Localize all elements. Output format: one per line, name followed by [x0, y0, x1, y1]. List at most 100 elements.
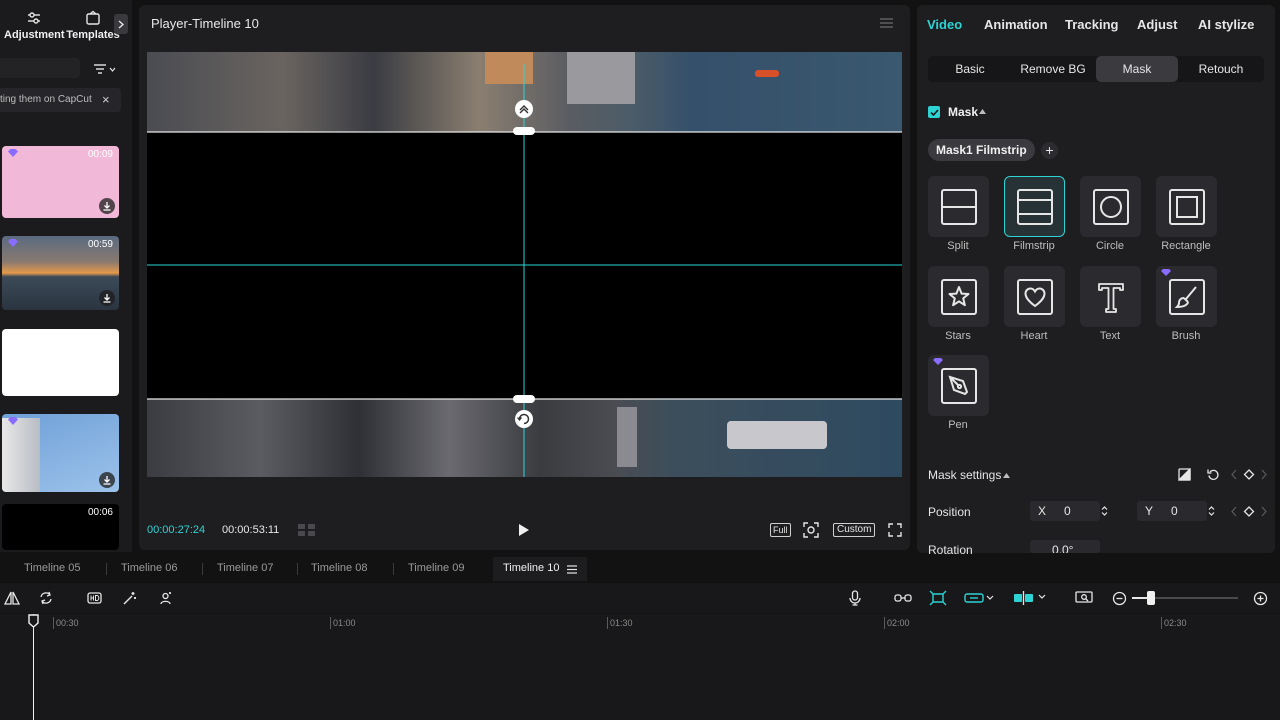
- tab-timeline-08[interactable]: Timeline 08: [311, 562, 367, 574]
- playhead-handle[interactable]: [28, 614, 39, 628]
- mask-pen[interactable]: [928, 355, 989, 416]
- fullscreen-icon[interactable]: [888, 523, 902, 537]
- zoom-fit-icon[interactable]: [1075, 589, 1093, 607]
- aspect-ratio-button[interactable]: Custom: [833, 523, 876, 537]
- mask-stars[interactable]: [928, 266, 989, 327]
- mask-filmstrip[interactable]: [1004, 176, 1065, 237]
- caret-up-icon[interactable]: [1003, 473, 1010, 478]
- preview-canvas[interactable]: [147, 52, 902, 477]
- tab-tracking[interactable]: Tracking: [1065, 17, 1118, 32]
- quality-button[interactable]: Full: [770, 523, 791, 537]
- mask-chip[interactable]: Mask1 Filmstrip: [928, 139, 1035, 161]
- total-time: 00:00:53:11: [222, 524, 280, 536]
- close-icon[interactable]: ×: [102, 93, 114, 107]
- magnet-snap-icon[interactable]: [929, 589, 947, 607]
- invert-mask-icon[interactable]: [1178, 468, 1191, 481]
- ruler-label: 00:30: [56, 618, 79, 628]
- tab-ai-stylize[interactable]: AI stylize: [1198, 17, 1254, 32]
- download-icon[interactable]: [99, 472, 115, 488]
- subtab-retouch[interactable]: Retouch: [1180, 56, 1262, 82]
- zoom-in-icon[interactable]: [1251, 589, 1269, 607]
- mask-top-edge-handle[interactable]: [513, 127, 535, 135]
- tab-divider: [297, 563, 298, 575]
- microphone-icon[interactable]: [846, 589, 864, 607]
- ruler-tick: [1161, 617, 1162, 629]
- filter-button[interactable]: [93, 60, 121, 78]
- add-mask-button[interactable]: +: [1041, 142, 1058, 159]
- rectangle-mask-icon: [1168, 188, 1205, 225]
- playhead-line: [33, 614, 34, 720]
- tab-timeline-06[interactable]: Timeline 06: [121, 562, 177, 574]
- media-item-sunset[interactable]: 00:59: [2, 236, 119, 310]
- tab-animation[interactable]: Animation: [984, 17, 1048, 32]
- rotation-label: Rotation: [928, 543, 973, 557]
- menu-icon[interactable]: [880, 17, 893, 29]
- mask-feather-handle[interactable]: [513, 98, 535, 120]
- premium-gem-icon: [8, 239, 18, 247]
- media-item-black[interactable]: 00:06: [2, 504, 119, 550]
- caret-up-icon[interactable]: [979, 109, 986, 114]
- replace-icon[interactable]: [37, 589, 55, 607]
- position-y-stepper[interactable]: [1205, 501, 1217, 521]
- rotation-field[interactable]: 0.0°: [1030, 540, 1100, 553]
- mask-brush[interactable]: [1156, 266, 1217, 327]
- preview-axis-icon[interactable]: [1013, 589, 1047, 607]
- media-item-pink[interactable]: 00:09: [2, 146, 119, 218]
- download-icon[interactable]: [99, 290, 115, 306]
- chevron-down-icon: [109, 67, 116, 72]
- mask-bottom-edge-handle[interactable]: [513, 395, 535, 403]
- subtab-basic[interactable]: Basic: [930, 56, 1010, 82]
- download-icon[interactable]: [99, 198, 115, 214]
- timeline-tab-bar: [0, 556, 1280, 582]
- position-x-stepper[interactable]: [1098, 501, 1110, 521]
- search-input[interactable]: [0, 58, 80, 78]
- tab-video[interactable]: Video: [927, 17, 962, 32]
- mask-split[interactable]: [928, 176, 989, 237]
- magic-wand-icon[interactable]: [120, 589, 138, 607]
- waveform-icon[interactable]: [297, 523, 317, 537]
- tab-templates-label: Templates: [66, 29, 120, 41]
- keyframe-nav-icon[interactable]: [1231, 506, 1267, 517]
- mask-filmstrip-label: Filmstrip: [1013, 240, 1055, 252]
- tab-divider: [202, 563, 203, 575]
- heart-mask-icon: [1016, 278, 1053, 315]
- play-icon[interactable]: [516, 523, 530, 537]
- ruler-tick: [607, 617, 608, 629]
- timeline-track-area[interactable]: [0, 614, 1280, 720]
- tab-timeline-07[interactable]: Timeline 07: [217, 562, 273, 574]
- menu-icon[interactable]: [567, 565, 577, 574]
- mask-checkbox[interactable]: [928, 106, 940, 118]
- media-duration: 00:09: [87, 149, 113, 160]
- hd-icon[interactable]: [85, 589, 103, 607]
- mask-rotate-handle[interactable]: [513, 408, 535, 430]
- reset-icon[interactable]: [1207, 468, 1220, 481]
- tab-adjust[interactable]: Adjust: [1137, 17, 1177, 32]
- expand-tabs-button[interactable]: [114, 14, 128, 34]
- position-x-field[interactable]: X 0: [1030, 501, 1100, 521]
- subtab-mask[interactable]: Mask: [1096, 56, 1178, 82]
- current-time: 00:00:27:24: [147, 524, 206, 536]
- tab-timeline-10[interactable]: Timeline 10: [503, 562, 559, 574]
- auto-snap-icon[interactable]: [964, 589, 994, 607]
- zoom-out-icon[interactable]: [1110, 589, 1128, 607]
- zoom-slider-handle[interactable]: [1147, 591, 1155, 605]
- mask-rectangle[interactable]: [1156, 176, 1217, 237]
- position-y-field[interactable]: Y 0: [1137, 501, 1207, 521]
- mask-heart[interactable]: [1004, 266, 1065, 327]
- link-icon[interactable]: [894, 589, 912, 607]
- person-effect-icon[interactable]: [156, 589, 174, 607]
- media-item-white[interactable]: [2, 329, 119, 396]
- subtab-remove-bg[interactable]: Remove BG: [1012, 56, 1094, 82]
- ruler-label: 01:30: [610, 618, 633, 628]
- chevron-up-icon: [1101, 506, 1107, 510]
- media-item-building[interactable]: [2, 414, 119, 492]
- mask-circle[interactable]: [1080, 176, 1141, 237]
- mirror-icon[interactable]: [3, 589, 21, 607]
- keyframe-nav-icon[interactable]: [1231, 469, 1267, 480]
- fit-screen-icon[interactable]: [803, 522, 819, 538]
- tab-timeline-05[interactable]: Timeline 05: [24, 562, 80, 574]
- sliders-icon: [4, 10, 64, 26]
- tab-adjustment[interactable]: Adjustment: [4, 10, 65, 41]
- tab-timeline-09[interactable]: Timeline 09: [408, 562, 464, 574]
- mask-text[interactable]: [1080, 266, 1141, 327]
